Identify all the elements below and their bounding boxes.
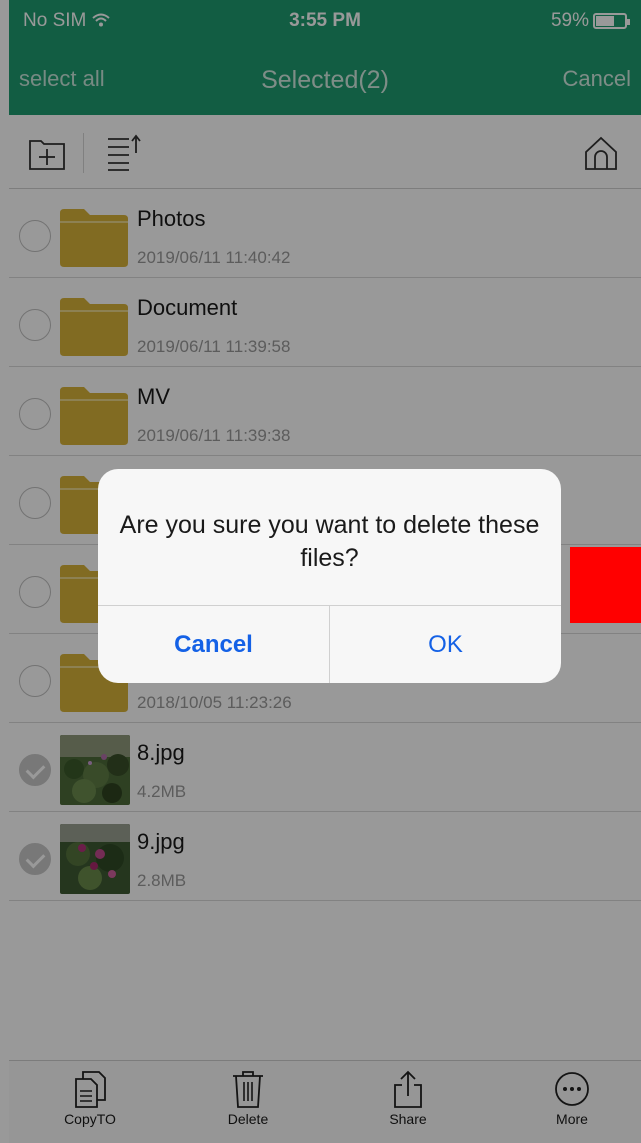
dialog-ok-button[interactable]: OK xyxy=(330,606,561,683)
delete-confirm-dialog: Are you sure you want to delete these fi… xyxy=(98,469,561,683)
dialog-message: Are you sure you want to delete these fi… xyxy=(119,511,540,572)
dialog-cancel-button[interactable]: Cancel xyxy=(98,606,329,683)
red-marker xyxy=(570,547,641,623)
